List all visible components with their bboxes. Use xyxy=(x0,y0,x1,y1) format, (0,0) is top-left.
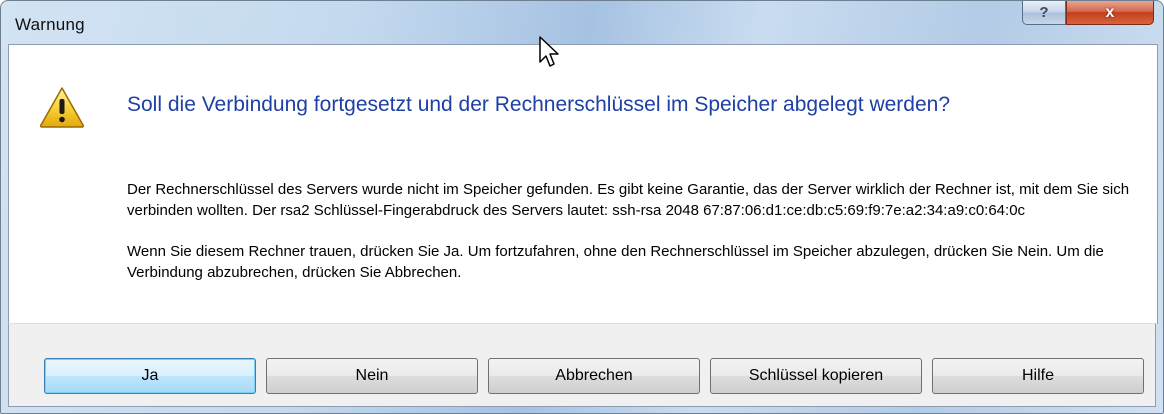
dialog-content: Soll die Verbindung fortgesetzt und der … xyxy=(8,44,1158,324)
copy-key-button-label: Schlüssel kopieren xyxy=(748,367,884,384)
help-button-label: Hilfe xyxy=(1021,367,1054,384)
no-button[interactable]: Nein xyxy=(266,358,478,394)
dialog-message: Der Rechnerschlüssel des Servers wurde n… xyxy=(127,179,1137,283)
close-icon: x xyxy=(1105,3,1115,21)
cancel-button[interactable]: Abbrechen xyxy=(488,358,700,394)
button-bar: Ja Nein Abbrechen Schlüssel kopieren Hil… xyxy=(8,323,1156,407)
message-paragraph-fingerprint: Der Rechnerschlüssel des Servers wurde n… xyxy=(127,181,1130,219)
mouse-cursor-icon xyxy=(539,36,559,67)
warning-dialog: Warnung ? x Soll die Verbindung fortgese… xyxy=(0,0,1164,414)
copy-key-button[interactable]: Schlüssel kopieren xyxy=(710,358,922,394)
window-title: Warnung xyxy=(15,15,85,34)
message-paragraph-options: Wenn Sie diesem Rechner trauen, drücken … xyxy=(127,243,1104,281)
main-instruction: Soll die Verbindung fortgesetzt und der … xyxy=(127,93,950,116)
title-bar[interactable]: Warnung ? x xyxy=(1,1,1163,43)
close-button[interactable]: x xyxy=(1066,1,1154,25)
help-button[interactable]: Hilfe xyxy=(932,358,1144,394)
no-button-label: Nein xyxy=(355,367,389,384)
help-title-button-label: ? xyxy=(1039,4,1049,21)
warning-icon xyxy=(39,87,85,128)
yes-button[interactable]: Ja xyxy=(44,358,256,394)
cancel-button-label: Abbrechen xyxy=(555,367,633,384)
yes-button-label: Ja xyxy=(141,367,159,384)
help-title-button[interactable]: ? xyxy=(1022,1,1066,25)
